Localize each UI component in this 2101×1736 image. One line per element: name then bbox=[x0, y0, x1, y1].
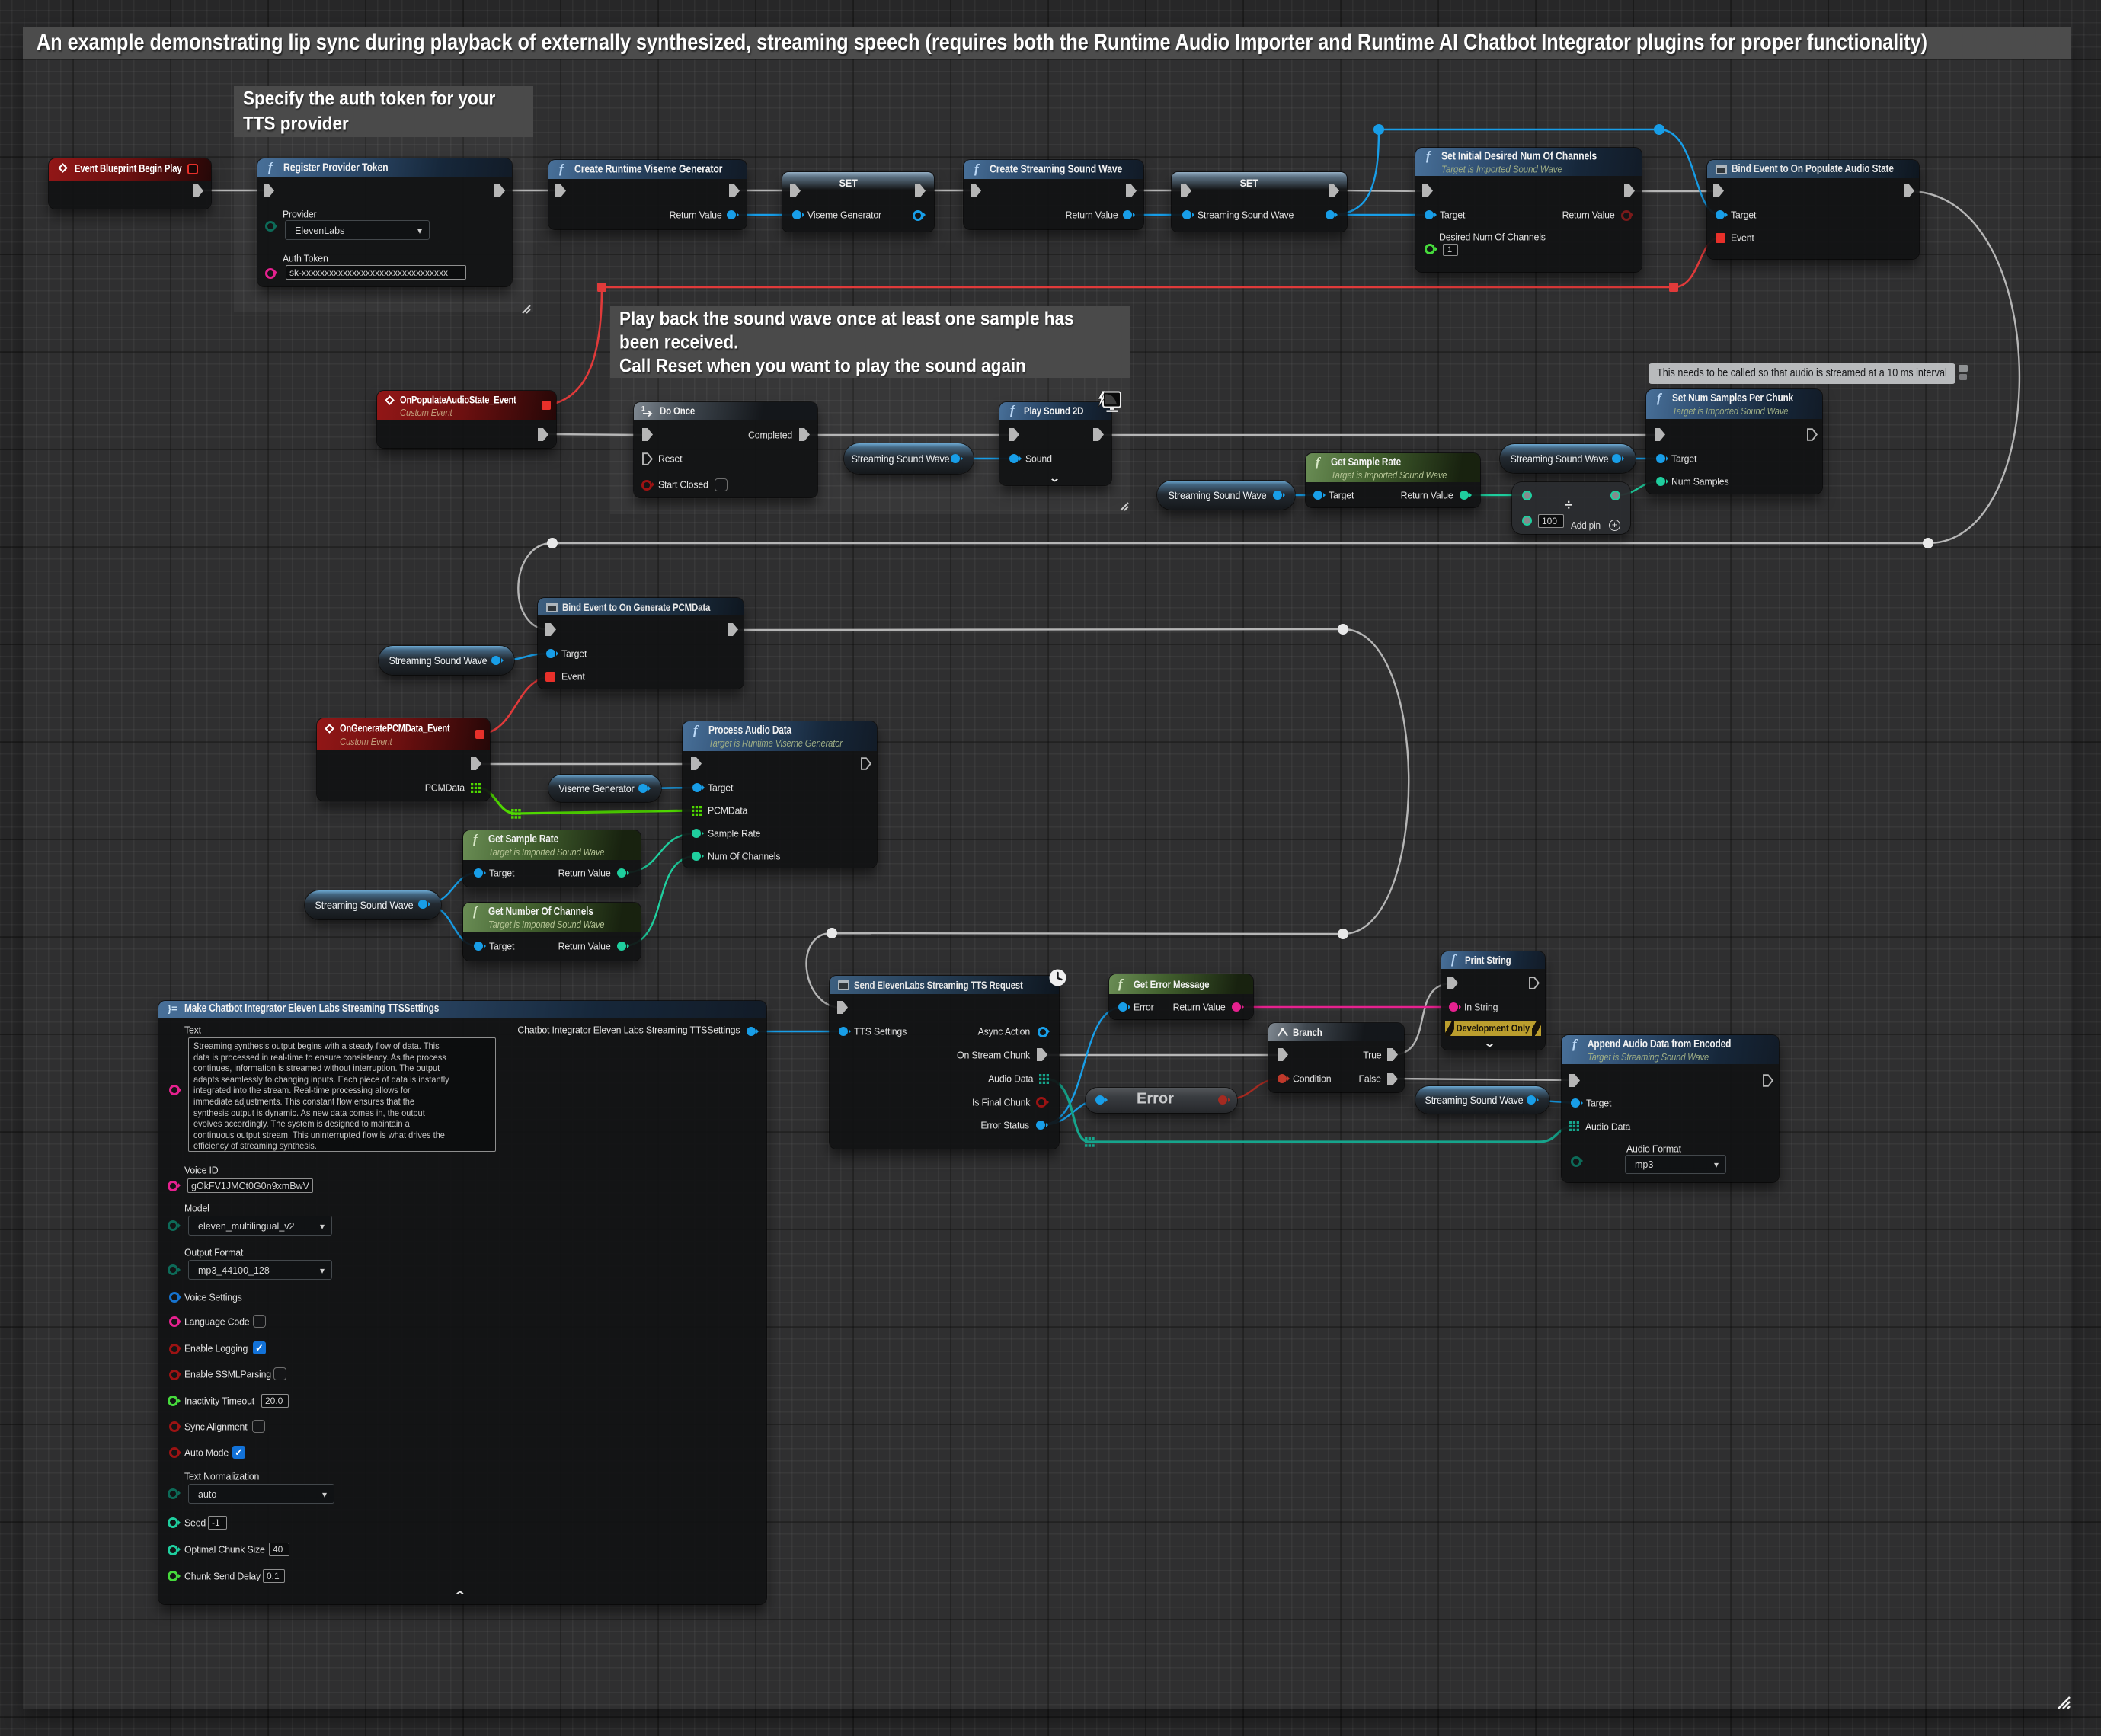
svg-text:1: 1 bbox=[641, 405, 645, 412]
